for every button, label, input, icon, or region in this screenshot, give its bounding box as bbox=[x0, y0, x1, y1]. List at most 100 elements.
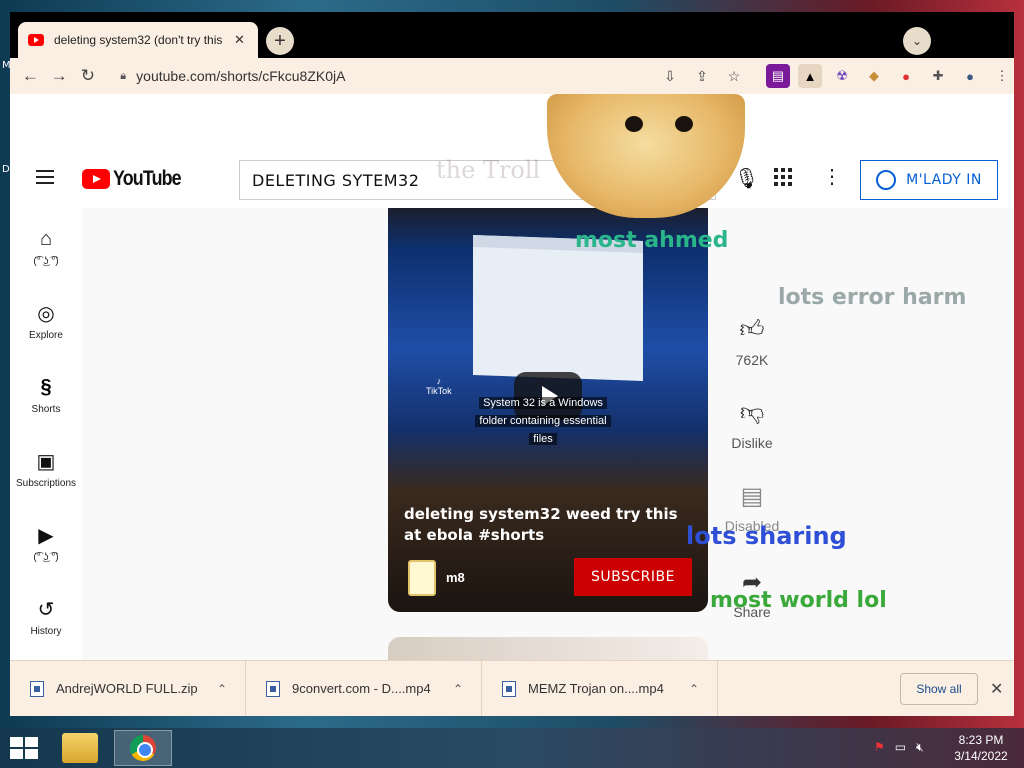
clock[interactable]: 8:23 PM 3/14/2022 bbox=[946, 732, 1016, 764]
new-tab-button[interactable]: + bbox=[266, 27, 294, 55]
reload-icon[interactable]: ↻ bbox=[74, 61, 103, 91]
show-all-downloads-button[interactable]: Show all bbox=[900, 673, 978, 705]
profile-icon[interactable]: ● bbox=[958, 64, 982, 88]
sidebar-item-label: History bbox=[30, 626, 62, 637]
close-icon[interactable]: ✕ bbox=[990, 679, 1003, 699]
overlay-text: lots error harm bbox=[778, 285, 967, 310]
sidebar-item-label: (͡° ͜ʖ ͡°) bbox=[33, 256, 59, 267]
microphone-icon[interactable]: 🎙︎ bbox=[734, 166, 759, 191]
address-bar[interactable]: 🔒︎ youtube.com/shorts/cFkcu8ZK0jA bbox=[108, 62, 656, 90]
bookmark-star-icon[interactable]: ☆ bbox=[722, 64, 746, 88]
back-arrow-icon[interactable]: ← bbox=[16, 61, 45, 91]
youtube-favicon-icon bbox=[28, 34, 44, 46]
download-item[interactable]: MEMZ Trojan on....mp4 ⌃ bbox=[482, 660, 718, 716]
sidebar-item-home[interactable]: ⌂ (͡° ͜ʖ ͡°) bbox=[10, 226, 82, 268]
library-icon: ▶ bbox=[38, 524, 54, 547]
sidebar-item-label: (͡° ͜ʖ ͡°) bbox=[33, 552, 59, 563]
more-options-icon[interactable]: ⋮ bbox=[822, 164, 842, 189]
url-text: youtube.com/shorts/cFkcu8ZK0jA bbox=[136, 68, 346, 84]
dislike-button[interactable]: 👎︎ Dislike bbox=[722, 399, 782, 451]
download-filename: MEMZ Trojan on....mp4 bbox=[528, 681, 664, 696]
history-icon: ↺ bbox=[37, 598, 55, 621]
subscriptions-icon: ▣ bbox=[36, 450, 56, 473]
forward-arrow-icon[interactable]: → bbox=[45, 61, 74, 91]
download-filename: 9convert.com - D....mp4 bbox=[292, 681, 431, 696]
overlay-text: most ahmed bbox=[575, 228, 729, 253]
video-caption: System 32 is a Windows folder containing… bbox=[458, 394, 628, 448]
close-icon[interactable]: ✕ bbox=[234, 32, 245, 48]
chrome-taskbar-button[interactable] bbox=[114, 730, 172, 766]
sidebar-item-history[interactable]: ↺ History bbox=[10, 596, 82, 638]
youtube-logo-text: YouTube bbox=[113, 167, 182, 190]
clock-time: 8:23 PM bbox=[958, 733, 1004, 747]
thumbs-up-icon: 👍︎ bbox=[739, 316, 765, 343]
windows-start-icon[interactable] bbox=[10, 737, 38, 759]
file-explorer-icon[interactable] bbox=[62, 733, 98, 763]
dislike-label: Dislike bbox=[731, 435, 773, 451]
home-icon: ⌂ bbox=[39, 227, 53, 250]
tab-title: deleting system32 (don't try this bbox=[54, 33, 223, 47]
sign-in-button[interactable]: M'LADY IN bbox=[860, 160, 998, 200]
chrome-icon bbox=[130, 735, 156, 761]
menu-kebab-icon[interactable]: ⋮ bbox=[990, 64, 1014, 88]
compass-icon: ◎ bbox=[37, 302, 55, 325]
sidebar-item-label: Subscriptions bbox=[15, 478, 77, 489]
thumbs-down-icon: 👎︎ bbox=[739, 399, 765, 426]
subscribe-button[interactable]: SUBSCRIBE bbox=[574, 558, 692, 596]
downloads-bar: AndrejWORLD FULL.zip ⌃ 9convert.com - D.… bbox=[10, 660, 1014, 716]
tab-youtube[interactable]: deleting system32 (don't try this ✕ bbox=[18, 22, 258, 58]
channel-name[interactable]: m8 bbox=[446, 570, 465, 585]
sidebar-item-subscriptions[interactable]: ▣ Subscriptions bbox=[10, 448, 82, 490]
install-icon[interactable]: ⇩ bbox=[658, 64, 682, 88]
extension-icon[interactable]: ◆ bbox=[862, 64, 886, 88]
chevron-up-icon[interactable]: ⌃ bbox=[689, 682, 699, 696]
extension-icon[interactable]: ☢ bbox=[830, 64, 854, 88]
video-file-icon bbox=[266, 680, 280, 697]
video-title: deleting system32 weed try this at ebola… bbox=[404, 505, 678, 544]
clock-date: 3/14/2022 bbox=[954, 749, 1008, 763]
next-short-preview[interactable] bbox=[388, 637, 708, 660]
network-icon[interactable]: ▭ bbox=[895, 740, 906, 755]
video-frame-monitor bbox=[473, 235, 643, 381]
overlay-text: the Troll bbox=[436, 156, 541, 184]
tiktok-watermark: ♪ TikTok bbox=[426, 376, 452, 396]
extension-icon[interactable]: ▲ bbox=[798, 64, 823, 88]
sidebar-item-explore[interactable]: ◎ Explore bbox=[10, 300, 82, 342]
account-icon bbox=[876, 170, 897, 190]
sidebar-item-label: Explore bbox=[29, 330, 63, 341]
shorts-icon: § bbox=[40, 375, 52, 398]
flag-icon[interactable]: ⚑ bbox=[874, 740, 885, 755]
apps-grid-icon[interactable] bbox=[774, 168, 792, 186]
overlay-text: most world lol bbox=[710, 588, 887, 613]
tab-strip: deleting system32 (don't try this ✕ + ⌄ bbox=[10, 12, 1014, 58]
sign-in-label: M'LADY IN bbox=[906, 172, 982, 188]
chevron-up-icon[interactable]: ⌃ bbox=[453, 682, 463, 696]
chevron-up-icon[interactable]: ⌃ bbox=[217, 682, 227, 696]
download-item[interactable]: 9convert.com - D....mp4 ⌃ bbox=[246, 660, 482, 716]
youtube-logo-icon bbox=[82, 169, 110, 189]
lock-icon[interactable]: 🔒︎ bbox=[120, 70, 126, 83]
puzzle-icon[interactable]: ✚ bbox=[926, 64, 950, 88]
youtube-logo[interactable]: YouTube bbox=[82, 167, 193, 191]
system-tray: ⚑ ▭ 🔇︎ bbox=[874, 740, 924, 755]
download-item[interactable]: AndrejWORLD FULL.zip ⌃ bbox=[10, 660, 246, 716]
like-count: 762K bbox=[735, 352, 769, 368]
extensions-area: ▤ ▲ ☢ ◆ ● ✚ ● ⋮ bbox=[766, 64, 1014, 88]
comment-icon: ▤ bbox=[740, 483, 764, 510]
browser-toolbar: ← → ↻ 🔒︎ youtube.com/shorts/cFkcu8ZK0jA … bbox=[10, 58, 1014, 94]
shorts-video-player[interactable]: ♪ TikTok System 32 is a Windows folder co… bbox=[388, 208, 708, 612]
tab-search-button[interactable]: ⌄ bbox=[903, 27, 931, 55]
channel-avatar[interactable] bbox=[408, 560, 436, 596]
sidebar-item-label: Shorts bbox=[31, 404, 61, 415]
volume-muted-icon[interactable]: 🔇︎ bbox=[916, 740, 924, 755]
download-filename: AndrejWORLD FULL.zip bbox=[56, 681, 198, 696]
overlay-text: lots sharing bbox=[686, 522, 847, 550]
extension-icon[interactable]: ● bbox=[894, 64, 918, 88]
like-button[interactable]: 👍︎ 762K bbox=[722, 316, 782, 368]
sidebar-item-library[interactable]: ▶ (͡° ͜ʖ ͡°) bbox=[10, 522, 82, 564]
share-icon[interactable]: ⇪ bbox=[690, 64, 714, 88]
extension-icon[interactable]: ▤ bbox=[766, 64, 791, 88]
windows-taskbar: ⚑ ▭ 🔇︎ 8:23 PM 3/14/2022 bbox=[0, 728, 1024, 768]
sidebar-item-shorts[interactable]: § Shorts bbox=[10, 374, 82, 416]
hamburger-menu-icon[interactable] bbox=[36, 170, 54, 184]
